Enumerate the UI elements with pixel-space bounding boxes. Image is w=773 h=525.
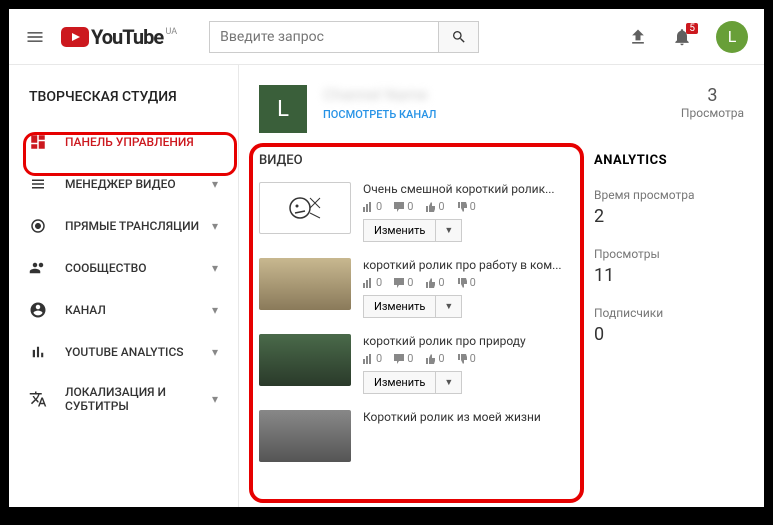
sidebar-title: ТВОРЧЕСКАЯ СТУДИЯ [9, 81, 238, 121]
like-icon: 0 [425, 352, 444, 365]
sidebar-item-video-manager[interactable]: МЕНЕДЖЕР ВИДЕО ▾ [9, 163, 238, 205]
chevron-down-icon: ▾ [212, 177, 218, 191]
chevron-down-icon: ▾ [212, 261, 218, 275]
video-row: короткий ролик про природу 0 0 0 0 Измен… [259, 334, 574, 394]
sidebar-item-label: СООБЩЕСТВО [65, 261, 212, 275]
video-title[interactable]: короткий ролик про природу [363, 334, 574, 348]
video-title[interactable]: Очень смешной короткий ролик... [363, 182, 574, 196]
video-row: короткий ролик про работу в ком... 0 0 0… [259, 258, 574, 318]
views-count: 3 [681, 85, 744, 106]
avatar[interactable]: L [716, 21, 748, 53]
sidebar-item-label: ЛОКАЛИЗАЦИЯ И СУБТИТРЫ [65, 385, 212, 413]
videos-panel-title: ВИДЕО [259, 153, 574, 168]
video-row: Короткий ролик из моей жизни [259, 410, 574, 462]
analytics-label: Просмотры [594, 247, 744, 261]
like-icon: 0 [425, 200, 444, 213]
video-thumbnail[interactable] [259, 258, 351, 310]
comment-icon: 0 [394, 276, 413, 289]
analytics-icon [29, 343, 49, 361]
bars-icon: 0 [363, 352, 382, 365]
sidebar-item-label: ПРЯМЫЕ ТРАНСЛЯЦИИ [65, 219, 212, 233]
sidebar-item-label: КАНАЛ [65, 303, 212, 317]
edit-button[interactable]: Изменить [363, 219, 436, 242]
video-thumbnail[interactable] [259, 334, 351, 386]
channel-avatar[interactable]: L [259, 85, 307, 133]
sidebar-item-live[interactable]: ПРЯМЫЕ ТРАНСЛЯЦИИ ▾ [9, 205, 238, 247]
bars-icon: 0 [363, 276, 382, 289]
sidebar-item-localization[interactable]: ЛОКАЛИЗАЦИЯ И СУБТИТРЫ ▾ [9, 373, 238, 425]
edit-button[interactable]: Изменить [363, 371, 436, 394]
edit-button[interactable]: Изменить [363, 295, 436, 318]
translate-icon [29, 390, 49, 408]
analytics-label: Время просмотра [594, 188, 744, 202]
video-row: Очень смешной короткий ролик... 0 0 0 0 … [259, 182, 574, 242]
sidebar-item-label: МЕНЕДЖЕР ВИДЕО [65, 177, 212, 191]
dislike-icon: 0 [457, 276, 476, 289]
video-manager-icon [29, 175, 49, 193]
analytics-value: 11 [594, 265, 744, 286]
analytics-value: 0 [594, 324, 744, 345]
menu-icon[interactable] [25, 27, 45, 47]
community-icon [29, 259, 49, 277]
views-label: Просмотра [681, 106, 744, 120]
comment-icon: 0 [394, 352, 413, 365]
dashboard-icon [29, 133, 49, 151]
chevron-down-icon: ▾ [212, 219, 218, 233]
chevron-down-icon: ▾ [212, 345, 218, 359]
sidebar-item-community[interactable]: СООБЩЕСТВО ▾ [9, 247, 238, 289]
channel-name: Channel Name [323, 85, 665, 104]
comment-icon: 0 [394, 200, 413, 213]
logo-region: UA [166, 27, 178, 37]
channel-icon [29, 301, 49, 319]
search-button[interactable] [439, 21, 479, 53]
video-title[interactable]: Короткий ролик из моей жизни [363, 410, 574, 424]
edit-dropdown-button[interactable]: ▼ [436, 295, 462, 318]
chevron-down-icon: ▾ [212, 303, 218, 317]
analytics-value: 2 [594, 206, 744, 227]
logo-text: YouTube [91, 25, 163, 49]
sidebar-item-dashboard[interactable]: ПАНЕЛЬ УПРАВЛЕНИЯ [9, 121, 238, 163]
edit-dropdown-button[interactable]: ▼ [436, 219, 462, 242]
logo[interactable]: YouTube UA [61, 25, 163, 49]
sidebar-item-analytics[interactable]: YOUTUBE ANALYTICS ▾ [9, 331, 238, 373]
like-icon: 0 [425, 276, 444, 289]
notifications-icon[interactable]: 5 [672, 27, 692, 47]
video-thumbnail[interactable] [259, 410, 351, 462]
bars-icon: 0 [363, 200, 382, 213]
video-title[interactable]: короткий ролик про работу в ком... [363, 258, 574, 272]
sidebar-item-channel[interactable]: КАНАЛ ▾ [9, 289, 238, 331]
video-thumbnail[interactable] [259, 182, 351, 234]
analytics-panel-title: ANALYTICS [594, 153, 744, 168]
chevron-down-icon: ▾ [212, 392, 218, 406]
analytics-label: Подписчики [594, 306, 744, 320]
notification-badge: 5 [686, 23, 698, 34]
view-channel-link[interactable]: ПОСМОТРЕТЬ КАНАЛ [323, 108, 665, 121]
upload-icon[interactable] [628, 27, 648, 47]
dislike-icon: 0 [457, 352, 476, 365]
search-input[interactable] [209, 21, 439, 53]
sidebar-item-label: ПАНЕЛЬ УПРАВЛЕНИЯ [65, 135, 218, 149]
live-icon [29, 217, 49, 235]
sidebar-item-label: YOUTUBE ANALYTICS [65, 345, 212, 359]
dislike-icon: 0 [457, 200, 476, 213]
edit-dropdown-button[interactable]: ▼ [436, 371, 462, 394]
